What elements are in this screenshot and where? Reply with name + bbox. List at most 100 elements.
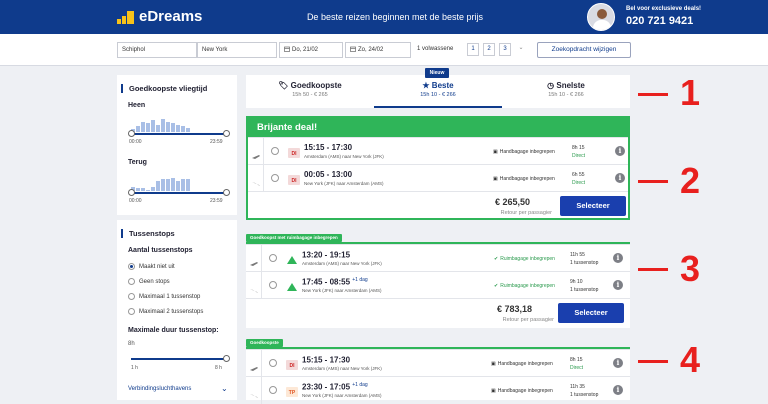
info-icon[interactable]: i <box>615 146 625 156</box>
info-icon[interactable]: i <box>615 173 625 183</box>
return-histogram <box>131 178 227 191</box>
passengers-field[interactable]: 1 volwassene <box>413 42 465 58</box>
slider-handle[interactable] <box>223 355 230 362</box>
info-icon[interactable]: i <box>613 385 623 395</box>
flight-duration: 9h 10 <box>570 279 583 285</box>
per-passenger-note: Retour per passagier <box>500 210 552 216</box>
histogram-bar <box>166 121 170 132</box>
select-button[interactable]: Selecteer <box>560 196 626 216</box>
tab-cheapest[interactable]: 🏷 Goedkoopste 15h 50 - € 265 <box>260 81 360 98</box>
tab-fastest[interactable]: ◷ Snelste 15h 10 - € 266 <box>516 81 616 98</box>
flight-times: 15:15 - 17:30 <box>304 143 353 152</box>
time-end: 23:59 <box>210 198 223 204</box>
depart-date-field[interactable]: Do, 21/02 <box>279 42 343 58</box>
svg-text:DI: DI <box>292 151 298 157</box>
stops-option-max1[interactable]: Maximaal 1 tussenstop <box>128 293 200 300</box>
flight-times: 17:45 - 08:55 +1 dag <box>302 277 368 287</box>
modify-search-button[interactable]: Zoekopdracht wijzigen <box>537 42 631 58</box>
plane-depart-icon <box>250 359 258 377</box>
flight-row-outbound[interactable]: DI 15:15 - 17:30 Amsterdam (AMS) naar Ne… <box>248 137 628 165</box>
return-date-field[interactable]: Zo, 24/02 <box>345 42 411 58</box>
flight-route: New York (JFK) naar Amsterdam (AMS) <box>302 393 382 398</box>
bag-icon: ▣ <box>491 388 496 394</box>
page-button-3[interactable]: 3 <box>499 43 511 56</box>
select-radio[interactable] <box>271 174 279 182</box>
histogram-bar <box>166 179 170 191</box>
flight-row-return[interactable]: DI 00:05 - 13:00 New York (JFK) naar Ams… <box>248 164 628 192</box>
outbound-time-slider[interactable] <box>128 130 230 137</box>
stops-option-direct[interactable]: Geen stops <box>128 278 170 285</box>
info-icon[interactable]: i <box>613 358 623 368</box>
slider-handle-start[interactable] <box>128 189 135 196</box>
hold-baggage-card: 13:20 - 19:15 Amsterdam (AMS) naar New Y… <box>246 242 630 328</box>
histogram-bar <box>161 179 165 191</box>
tab-best[interactable]: ★ Beste 15h 10 - € 266 <box>388 81 488 98</box>
bag-icon: ▣ <box>491 361 496 367</box>
clock-icon: ◷ <box>547 81 555 90</box>
slider-handle-end[interactable] <box>223 130 230 137</box>
page-button-1[interactable]: 1 <box>467 43 479 56</box>
select-radio[interactable] <box>269 281 277 289</box>
select-radio[interactable] <box>271 147 279 155</box>
agent-avatar <box>587 3 615 31</box>
page-button-2[interactable]: 2 <box>483 43 495 56</box>
flight-row-return[interactable]: TP 23:30 - 17:05 +1 dag New York (JFK) n… <box>246 376 630 404</box>
select-radio[interactable] <box>269 359 277 367</box>
annotation-number-4: 4 <box>680 339 701 380</box>
histogram-bar <box>171 123 175 132</box>
tab-label: Beste <box>431 81 454 90</box>
flight-route: New York (JFK) naar Amsterdam (AMS) <box>302 288 382 293</box>
slider-handle-end[interactable] <box>223 189 230 196</box>
flight-stops: Direct <box>572 180 586 186</box>
return-time-slider[interactable] <box>128 189 230 196</box>
origin-field[interactable]: Schiphol <box>117 42 197 58</box>
svg-text:TP: TP <box>289 390 296 396</box>
stops-option-max2[interactable]: Maximaal 2 tussenstops <box>128 308 203 315</box>
option-label: Maximaal 1 tussenstop <box>139 293 201 300</box>
chevron-down-icon[interactable]: ⌄ <box>221 384 228 393</box>
brand-logo[interactable]: eDreams <box>117 8 202 25</box>
flight-times: 13:20 - 19:15 <box>302 250 351 260</box>
check-icon: ✔ <box>494 283 499 289</box>
flight-stops: 1 tussenstop <box>570 287 599 293</box>
flight-route: New York (JFK) naar Amsterdam (AMS) <box>304 181 384 186</box>
slider-handle-start[interactable] <box>128 130 135 137</box>
check-icon: ✔ <box>494 256 499 262</box>
destination-field[interactable]: New York <box>197 42 277 58</box>
histogram-bar <box>156 180 160 191</box>
info-icon[interactable]: i <box>613 280 623 290</box>
deal-price-row: € 265,50 Retour per passagier Selecteer <box>248 191 628 220</box>
depart-date-value: Do, 21/02 <box>292 47 319 53</box>
radio-icon <box>128 278 135 285</box>
flight-row-outbound[interactable]: DI 15:15 - 17:30 Amsterdam (AMS) naar Ne… <box>246 349 630 377</box>
info-icon[interactable]: i <box>613 253 623 263</box>
connection-airports-toggle[interactable]: Verbindingsluchthavens <box>128 386 191 392</box>
duration-slider[interactable] <box>131 355 230 362</box>
flight-row-outbound[interactable]: 13:20 - 19:15 Amsterdam (AMS) naar New Y… <box>246 244 630 272</box>
flight-row-return[interactable]: 17:45 - 08:55 +1 dag New York (JFK) naar… <box>246 271 630 299</box>
deal-price: € 265,50 <box>494 197 530 207</box>
sort-tabs: 🏷 Goedkoopste 15h 50 - € 265 ★ Beste 15h… <box>246 75 630 108</box>
stops-option-any[interactable]: Maakt niet uit <box>128 263 175 270</box>
select-radio[interactable] <box>269 254 277 262</box>
radio-icon <box>128 293 135 300</box>
airline-logo-icon: DI <box>288 172 300 185</box>
histogram-bar <box>156 124 160 132</box>
select-radio[interactable] <box>269 386 277 394</box>
search-bar: Schiphol New York Do, 21/02 Zo, 24/02 1 … <box>0 34 768 66</box>
histogram-bar <box>186 127 190 132</box>
brand-name: eDreams <box>139 8 203 25</box>
select-button[interactable]: Selecteer <box>558 303 624 323</box>
airline-logo-icon: DI <box>288 145 300 158</box>
hold-price-row: € 783,18 Retour per passagier Selecteer <box>246 298 630 328</box>
chevron-down-icon[interactable]: ⌄ <box>515 43 527 56</box>
baggage-info: ✔ Ruimbagage inbegrepen <box>494 256 555 262</box>
stops-filter: Tussenstops Aantal tussenstops Maakt nie… <box>117 220 237 400</box>
airline-logo-icon <box>286 252 298 264</box>
histogram-bar <box>141 188 145 191</box>
flight-times: 00:05 - 13:00 <box>304 170 353 179</box>
duration-label: Maximale duur tussenstop: <box>128 327 219 334</box>
phone-number[interactable]: 020 721 9421 <box>626 15 693 27</box>
radio-icon <box>128 308 135 315</box>
logo-bars-icon <box>117 10 135 24</box>
